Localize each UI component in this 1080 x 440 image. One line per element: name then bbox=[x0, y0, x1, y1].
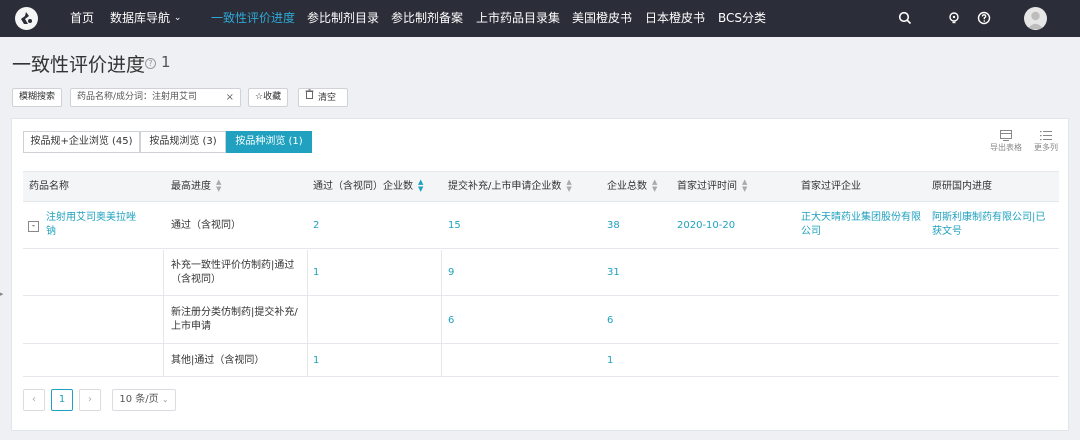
nav-jp-orange-book[interactable]: 日本橙皮书 bbox=[645, 0, 705, 37]
page-1-button[interactable]: 1 bbox=[51, 389, 73, 411]
cell-submitted[interactable]: 6 bbox=[448, 314, 454, 328]
cell-first-time[interactable]: 2020-10-20 bbox=[677, 219, 735, 233]
cell-submitted[interactable]: 15 bbox=[448, 219, 461, 233]
col-original-progress: 原研国内进度 bbox=[932, 181, 992, 192]
filter-tag-label: 药品名称/成分词：注射用艾司 bbox=[77, 92, 198, 102]
nav-database[interactable]: 数据库导航 ⌄ bbox=[110, 0, 181, 37]
table-row: 其他|通过（含视同） 1 1 bbox=[23, 345, 1059, 377]
table-row: - 注射用艾司奥美拉唑钠 通过（含视同） 2 15 38 2020-10-20 … bbox=[23, 203, 1059, 249]
cell-total[interactable]: 31 bbox=[607, 266, 620, 280]
nav-consistency[interactable]: 一致性评价进度 bbox=[211, 0, 295, 37]
col-first-pass-time[interactable]: 首家过评时间 ▲ ▼ bbox=[677, 172, 747, 202]
export-icon bbox=[988, 128, 1024, 142]
favorite-button[interactable]: ☆收藏 bbox=[248, 88, 289, 107]
cell-progress: 其他|通过（含视同） bbox=[171, 355, 265, 366]
sort-icon[interactable]: ▲ ▼ bbox=[742, 179, 747, 193]
trash-icon bbox=[305, 89, 314, 106]
col-passed-count-label: 通过（含视同）企业数 bbox=[313, 181, 413, 192]
nav-bcs[interactable]: BCS分类 bbox=[718, 0, 766, 37]
bulb-icon[interactable] bbox=[945, 9, 963, 27]
nav-reference-filing[interactable]: 参比制剂备案 bbox=[391, 0, 463, 37]
nav-market-catalog[interactable]: 上市药品目录集 bbox=[476, 0, 560, 37]
page-size-select[interactable]: 10 条/页 ⌄ bbox=[112, 389, 176, 411]
page-size-label: 10 条/页 bbox=[119, 394, 159, 405]
prev-page-button[interactable]: ‹ bbox=[23, 389, 45, 411]
clear-label: 清空 bbox=[318, 93, 337, 103]
table-row: 新注册分类仿制药|提交补充/上市申请 6 6 bbox=[23, 297, 1059, 344]
help-icon[interactable] bbox=[975, 9, 993, 27]
more-columns-label: 更多列 bbox=[1034, 143, 1058, 152]
sort-icon[interactable]: ▲ ▼ bbox=[418, 179, 423, 193]
search-icon[interactable] bbox=[896, 9, 914, 27]
column-divider bbox=[163, 250, 164, 377]
tab-by-spec-company[interactable]: 按品规+企业浏览 (45) bbox=[23, 131, 140, 153]
column-divider bbox=[307, 250, 308, 377]
nav-reference-list[interactable]: 参比制剂目录 bbox=[307, 0, 379, 37]
col-total-count[interactable]: 企业总数 ▲ ▼ bbox=[607, 172, 657, 202]
cell-progress: 新注册分类仿制药|提交补充/上市申请 bbox=[171, 307, 298, 332]
cell-total[interactable]: 38 bbox=[607, 219, 620, 233]
list-icon bbox=[1028, 128, 1064, 142]
chevron-down-icon: ⌄ bbox=[161, 395, 169, 404]
cell-total[interactable]: 1 bbox=[607, 354, 613, 368]
nav-us-orange-book[interactable]: 美国橙皮书 bbox=[572, 0, 632, 37]
more-columns-button[interactable]: 更多列 bbox=[1028, 128, 1064, 153]
cell-progress: 通过（含视同） bbox=[171, 220, 241, 231]
fuzzy-search-button[interactable]: 模糊搜索 bbox=[12, 88, 63, 107]
cell-passed[interactable]: 2 bbox=[313, 219, 319, 233]
sort-icon[interactable]: ▲ ▼ bbox=[216, 179, 221, 193]
filter-tag[interactable]: 药品名称/成分词：注射用艾司 × bbox=[70, 88, 241, 107]
export-label: 导出表格 bbox=[990, 143, 1022, 152]
tab-by-spec[interactable]: 按品规浏览 (3) bbox=[140, 131, 226, 153]
cell-submitted[interactable]: 9 bbox=[448, 266, 454, 280]
next-page-button[interactable]: › bbox=[79, 389, 101, 411]
collapse-toggle-icon[interactable]: - bbox=[28, 221, 39, 232]
col-highest-progress-label: 最高进度 bbox=[171, 181, 211, 192]
col-first-pass-time-label: 首家过评时间 bbox=[677, 181, 737, 192]
table-header: 药品名称 最高进度 ▲ ▼ 通过（含视同）企业数 ▲ ▼ 提交补充/上市申请企业数 ▲ ▼ … bbox=[23, 172, 1059, 202]
help-circle-icon[interactable]: ? bbox=[145, 58, 156, 69]
cell-first-company[interactable]: 正大天晴药业集团股份有限公司 bbox=[801, 211, 927, 239]
col-submitted-count[interactable]: 提交补充/上市申请企业数 ▲ ▼ bbox=[448, 172, 572, 202]
table-row: 补充一致性评价仿制药|通过（含视同） 1 9 31 bbox=[23, 250, 1059, 296]
result-count: 1 bbox=[161, 53, 171, 71]
sidebar-toggle-icon[interactable]: ▸ bbox=[0, 287, 6, 301]
close-icon[interactable]: × bbox=[226, 89, 234, 106]
cell-passed[interactable]: 1 bbox=[313, 354, 319, 368]
nav-home[interactable]: 首页 bbox=[70, 0, 94, 37]
col-highest-progress[interactable]: 最高进度 ▲ ▼ bbox=[171, 172, 221, 202]
drug-name-link[interactable]: 注射用艾司奥美拉唑钠 bbox=[46, 211, 136, 239]
chevron-down-icon: ⌄ bbox=[173, 13, 182, 23]
nav-database-label: 数据库导航 bbox=[110, 11, 171, 25]
cell-original[interactable]: 阿斯利康制药有限公司|已获文号 bbox=[932, 211, 1052, 239]
col-submitted-count-label: 提交补充/上市申请企业数 bbox=[448, 181, 562, 192]
sort-icon[interactable]: ▲ ▼ bbox=[652, 179, 657, 193]
clear-button[interactable]: 清空 bbox=[298, 88, 348, 107]
col-drug-name: 药品名称 bbox=[29, 181, 69, 192]
results-card: 按品规+企业浏览 (45) 按品规浏览 (3) 按品种浏览 (1) 导出表格 更… bbox=[11, 118, 1069, 431]
col-total-count-label: 企业总数 bbox=[607, 181, 647, 192]
tab-by-variety[interactable]: 按品种浏览 (1) bbox=[226, 131, 312, 153]
col-passed-count[interactable]: 通过（含视同）企业数 ▲ ▼ bbox=[313, 172, 423, 202]
avatar[interactable] bbox=[1024, 7, 1047, 30]
results-table: 药品名称 最高进度 ▲ ▼ 通过（含视同）企业数 ▲ ▼ 提交补充/上市申请企业数 ▲ ▼ … bbox=[23, 171, 1059, 377]
cell-progress: 补充一致性评价仿制药|通过（含视同） bbox=[171, 260, 295, 285]
top-nav: 首页 数据库导航 ⌄ 一致性评价进度 参比制剂目录 参比制剂备案 上市药品目录集… bbox=[0, 0, 1080, 37]
export-table-button[interactable]: 导出表格 bbox=[988, 128, 1024, 153]
cell-total[interactable]: 6 bbox=[607, 314, 613, 328]
sort-icon[interactable]: ▲ ▼ bbox=[566, 179, 571, 193]
col-first-pass-company: 首家过评企业 bbox=[801, 181, 861, 192]
column-divider bbox=[441, 250, 442, 377]
logo-icon[interactable] bbox=[15, 7, 38, 30]
page-title: 一致性评价进度 bbox=[12, 54, 146, 76]
cell-passed[interactable]: 1 bbox=[313, 266, 319, 280]
